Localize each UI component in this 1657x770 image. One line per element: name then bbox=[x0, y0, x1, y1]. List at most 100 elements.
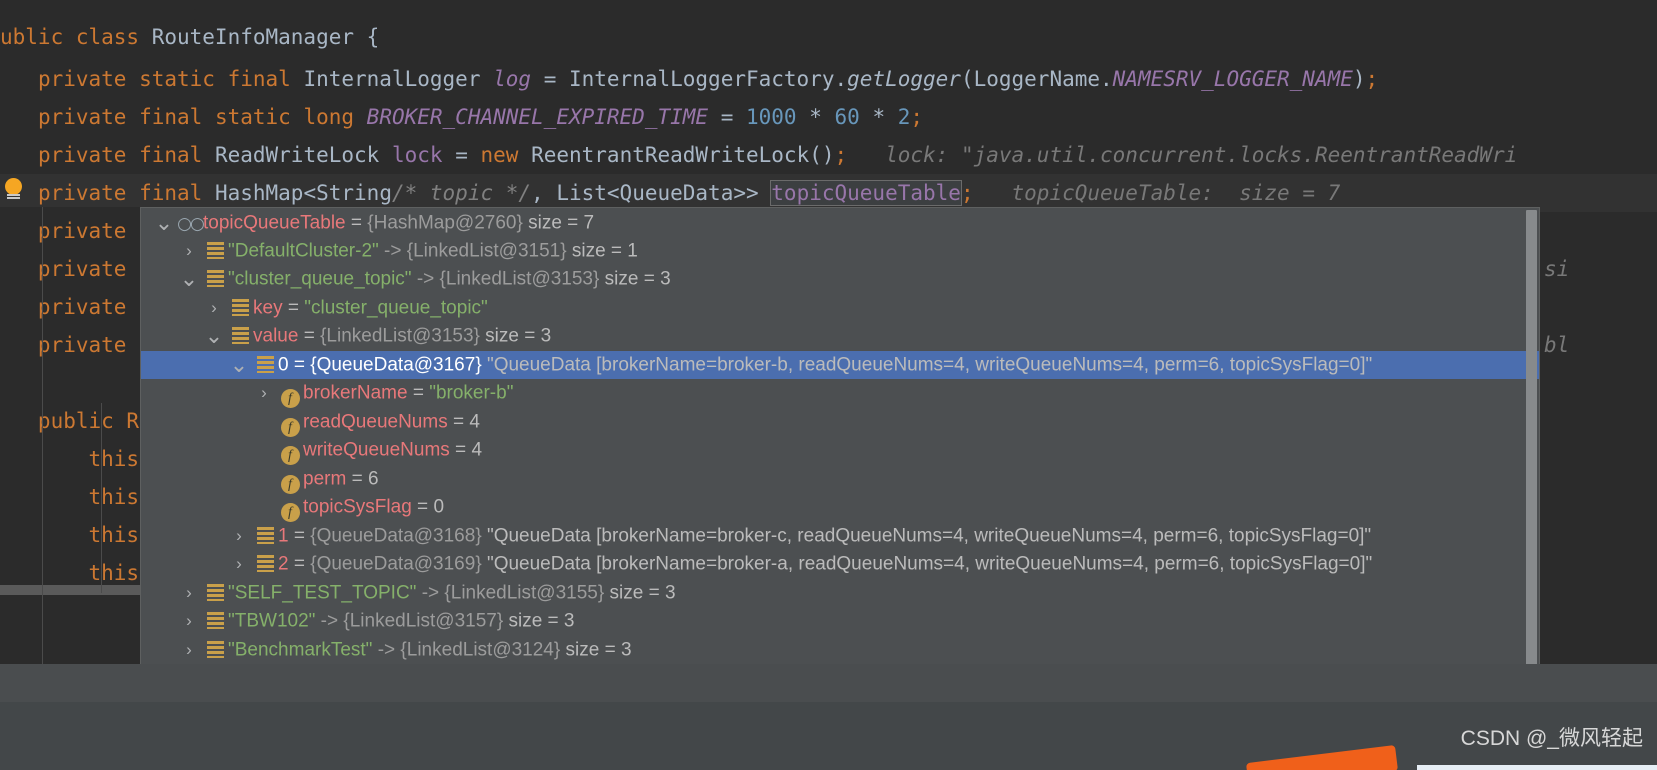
code-token: ReadWriteLock bbox=[214, 143, 392, 167]
chevron-right-icon[interactable]: › bbox=[176, 579, 202, 608]
code-token: = bbox=[455, 143, 481, 167]
indent-guide bbox=[101, 403, 102, 593]
code-token: lock bbox=[391, 143, 456, 167]
code-token: = bbox=[543, 67, 569, 91]
chevron-down-icon[interactable]: ⌄ bbox=[226, 353, 252, 375]
tree-row[interactable]: ⌄ ○○topicQueueTable = {HashMap@2760} size… bbox=[141, 208, 1539, 237]
tree-row[interactable]: ›fwriteQueueNums = 4 bbox=[141, 436, 1539, 465]
chevron-right-icon[interactable]: › bbox=[226, 522, 252, 551]
field-icon: f bbox=[277, 436, 303, 465]
size-label: 6 bbox=[367, 468, 379, 490]
list-icon bbox=[252, 351, 278, 380]
equals-sign: = bbox=[288, 353, 311, 375]
equals-sign: = bbox=[449, 439, 472, 461]
selected-identifier[interactable]: topicQueueTable bbox=[770, 180, 962, 206]
chevron-right-icon[interactable]: › bbox=[176, 607, 202, 636]
debugger-variables-tree[interactable]: ⌄ ○○topicQueueTable = {HashMap@2760} size… bbox=[141, 208, 1539, 693]
tree-row[interactable]: › f brokerName = "broker-b" bbox=[141, 379, 1539, 408]
object-ref: {LinkedList@3124} bbox=[400, 638, 561, 660]
equals-sign: = bbox=[346, 468, 368, 490]
variable-name: readQueueNums bbox=[303, 411, 448, 433]
variable-name: 2 bbox=[278, 553, 289, 575]
mapping-arrow: -> bbox=[315, 610, 344, 632]
variable-name: value bbox=[253, 325, 299, 347]
variable-value: "cluster_queue_topic" bbox=[304, 296, 488, 318]
tree-row[interactable]: ›freadQueueNums = 4 bbox=[141, 408, 1539, 437]
size-label: size = 3 bbox=[599, 268, 671, 290]
tree-row[interactable]: ⌄ "cluster_queue_topic" -> {LinkedList@31… bbox=[141, 265, 1539, 294]
code-line: bl bbox=[1544, 333, 1570, 357]
code-token: InternalLogger bbox=[303, 67, 494, 91]
code-token: 1000 bbox=[745, 105, 797, 129]
size-label: size = 3 bbox=[503, 610, 575, 632]
code-token: /* topic */ bbox=[391, 181, 532, 205]
tree-row[interactable]: › 2 = {QueueData@3169} "QueueData [broker… bbox=[141, 550, 1539, 579]
tree-row[interactable]: › "TBW102" -> {LinkedList@3157} size = 3 bbox=[141, 607, 1539, 636]
variable-name: key bbox=[253, 296, 283, 318]
chevron-right-icon[interactable]: › bbox=[201, 294, 227, 323]
watermark: CSDN @_微风轻起 bbox=[1460, 727, 1643, 750]
code-line: public R bbox=[0, 409, 140, 433]
debugger-value-popup[interactable]: ⌄ ○○topicQueueTable = {HashMap@2760} size… bbox=[140, 207, 1540, 733]
code-token: NAMESRV_LOGGER_NAME bbox=[1112, 67, 1353, 91]
code-line: ublic class RouteInfoManager { bbox=[0, 18, 1657, 56]
equals-sign: = bbox=[407, 382, 430, 404]
size-label: size = 7 bbox=[522, 212, 595, 234]
code-token: private static final bbox=[37, 67, 304, 91]
code-line: private static final InternalLogger log … bbox=[0, 60, 1657, 98]
list-icon bbox=[202, 237, 228, 266]
code-token: InternalLoggerFactory. bbox=[568, 67, 848, 91]
code-line: private final static long BROKER_CHANNEL… bbox=[0, 98, 1657, 136]
code-token: List<QueueData>> bbox=[556, 181, 772, 205]
tostring-value: "QueueData [brokerName=broker-c, readQue… bbox=[481, 524, 1372, 546]
chevron-right-icon[interactable]: › bbox=[226, 550, 252, 579]
code-line: this bbox=[0, 485, 140, 509]
equals-sign: = bbox=[298, 325, 321, 347]
inline-debug-hint: topicQueueTable: size = 7 bbox=[973, 181, 1341, 205]
code-token: BROKER_CHANNEL_EXPIRED_TIME bbox=[366, 105, 721, 129]
size-label: size = 3 bbox=[479, 325, 552, 347]
tree-row[interactable]: ›fperm = 6 bbox=[141, 465, 1539, 494]
object-ref: {QueueData@3168} bbox=[310, 524, 482, 546]
code-line: private bbox=[0, 219, 127, 243]
code-token: HashMap<String bbox=[214, 181, 392, 205]
scrollbar-thumb[interactable] bbox=[1526, 210, 1537, 685]
code-line: private bbox=[0, 295, 127, 319]
tree-row[interactable]: › "SELF_TEST_TOPIC" -> {LinkedList@3155} … bbox=[141, 579, 1539, 608]
code-line: this bbox=[0, 523, 140, 547]
editor-horizontal-scrollbar[interactable] bbox=[0, 585, 140, 595]
tree-row[interactable]: › 1 = {QueueData@3168} "QueueData [broker… bbox=[141, 522, 1539, 551]
code-line: this bbox=[0, 447, 140, 471]
chevron-down-icon[interactable]: ⌄ bbox=[176, 268, 202, 290]
variable-name: topicQueueTable bbox=[203, 212, 346, 234]
tree-row[interactable]: ⌄ value = {LinkedList@3153} size = 3 bbox=[141, 322, 1539, 351]
size-label: 0 bbox=[433, 496, 445, 518]
tree-row[interactable]: › key = "cluster_queue_topic" bbox=[141, 294, 1539, 323]
chevron-right-icon[interactable]: › bbox=[251, 379, 277, 408]
tree-row[interactable]: › "DefaultCluster-2" -> {LinkedList@3151}… bbox=[141, 237, 1539, 266]
chevron-right-icon[interactable]: › bbox=[176, 636, 202, 665]
tree-row-selected[interactable]: ⌄ 0 = {QueueData@3167} "QueueData [broker… bbox=[141, 350, 1539, 380]
field-icon: f bbox=[277, 493, 303, 522]
mapping-arrow: -> bbox=[378, 239, 407, 261]
chevron-down-icon[interactable]: ⌄ bbox=[201, 325, 227, 347]
code-token: (LoggerName. bbox=[960, 67, 1113, 91]
tree-row[interactable]: ›ftopicSysFlag = 0 bbox=[141, 493, 1539, 522]
popup-vertical-scrollbar[interactable] bbox=[1526, 210, 1537, 691]
size-label: 4 bbox=[471, 439, 483, 461]
tree-row[interactable]: › "BenchmarkTest" -> {LinkedList@3124} si… bbox=[141, 636, 1539, 665]
object-ref: {LinkedList@3153} bbox=[320, 325, 480, 347]
variable-key: "SELF_TEST_TOPIC" bbox=[228, 581, 417, 603]
size-label: 4 bbox=[469, 411, 480, 433]
equals-sign: = bbox=[288, 524, 311, 546]
code-token: lock: "java.util.concurrent.locks.Reentr… bbox=[847, 143, 1518, 167]
object-ref: {LinkedList@3157} bbox=[343, 610, 504, 632]
chevron-right-icon[interactable]: › bbox=[176, 237, 202, 266]
chevron-down-icon[interactable]: ⌄ bbox=[151, 212, 177, 234]
object-ref: {LinkedList@3151} bbox=[406, 239, 567, 261]
equals-sign: = bbox=[288, 553, 311, 575]
equals-sign: = bbox=[345, 212, 368, 234]
